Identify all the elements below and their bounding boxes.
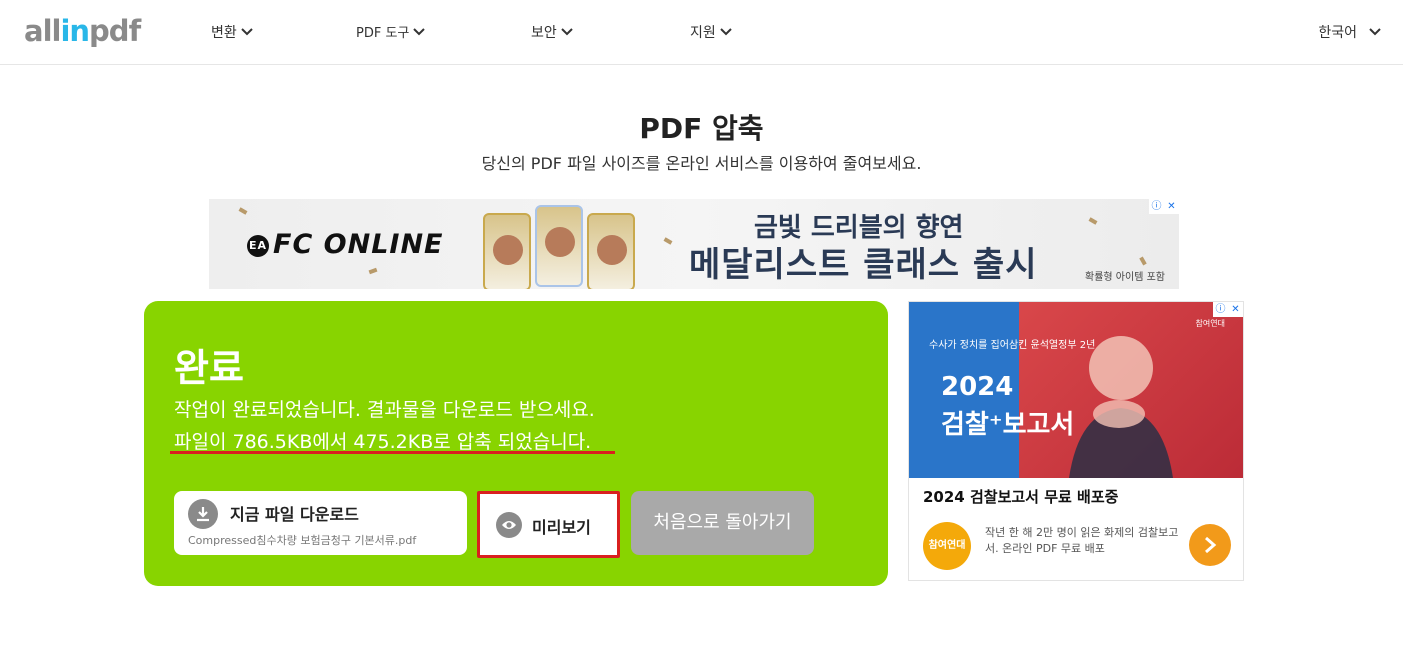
nav-support[interactable]: 지원 (690, 22, 732, 42)
download-label: 지금 파일 다운로드 (230, 505, 359, 524)
chevron-down-icon (413, 27, 426, 35)
eye-icon (496, 512, 522, 538)
allinpdf-logo[interactable]: allinpdf (24, 14, 141, 48)
nav-support-label: 지원 (690, 25, 716, 41)
language-label: 한국어 (1318, 25, 1357, 41)
language-selector[interactable]: 한국어 (1318, 22, 1381, 42)
nav-pdf-tools[interactable]: PDF 도구 (356, 22, 426, 41)
side-ad-small-text: 수사가 정치를 집어삼킨 윤석열정부 2년 (929, 340, 1096, 351)
side-ad-headline: 2024 검찰보고서 무료 배포중 (923, 488, 1119, 506)
complete-message: 작업이 완료되었습니다. 결과물을 다운로드 받으세요. (174, 399, 595, 421)
nav-convert-label: 변환 (211, 25, 237, 41)
side-ad-publisher: 참여연대 (1195, 319, 1225, 328)
ad-line2: 메달리스트 클래스 출시 (689, 245, 1038, 285)
preview-button[interactable]: 미리보기 (477, 491, 620, 558)
side-ad-big1: 2024 (941, 372, 1014, 402)
side-ad-go-button[interactable] (1189, 524, 1231, 566)
page-subtitle: 당신의 PDF 파일 사이즈를 온라인 서비스를 이용하여 줄여보세요. (481, 154, 922, 173)
compression-message: 파일이 786.5KB에서 475.2KB로 압축 되었습니다. (174, 431, 592, 453)
highlight-underline (170, 451, 615, 454)
ad-close-icon[interactable]: ✕ (1228, 302, 1243, 317)
chevron-right-icon (1205, 536, 1217, 554)
preview-label: 미리보기 (532, 518, 591, 537)
player-cards-image (479, 205, 639, 289)
side-ad-big2: 검찰⁺보고서 (941, 410, 1075, 440)
nav-security[interactable]: 보안 (531, 22, 573, 42)
restart-button[interactable]: 처음으로 돌아가기 (631, 491, 814, 555)
side-ad-banner[interactable]: 수사가 정치를 집어삼킨 윤석열정부 2년 2024 검찰⁺보고서 참여연대 ⓘ… (908, 301, 1244, 581)
ad-choices[interactable]: ⓘ ✕ (1149, 199, 1179, 214)
nav-pdf-tools-label: PDF 도구 (356, 26, 410, 41)
ad-close-icon[interactable]: ✕ (1164, 199, 1179, 214)
chevron-down-icon (561, 28, 573, 36)
chevron-down-icon (1369, 28, 1381, 36)
ad-brand: EA FC ONLINE (247, 229, 444, 260)
side-ad-choices[interactable]: ⓘ ✕ (1213, 302, 1243, 317)
ad-info-icon[interactable]: ⓘ (1149, 199, 1164, 214)
status-heading: 완료 (174, 346, 244, 390)
download-button[interactable]: 지금 파일 다운로드 Compressed침수차량 보험금청구 기본서류.pdf (174, 491, 467, 555)
chevron-down-icon (241, 28, 253, 36)
download-filename: Compressed침수차량 보험금청구 기본서류.pdf (188, 534, 417, 547)
ad-note: 확률형 아이템 포함 (1085, 272, 1165, 283)
nav-security-label: 보안 (531, 25, 557, 41)
chevron-down-icon (720, 28, 732, 36)
side-ad-image: 수사가 정치를 집어삼킨 윤석열정부 2년 2024 검찰⁺보고서 참여연대 (909, 302, 1243, 478)
result-panel: 완료 작업이 완료되었습니다. 결과물을 다운로드 받으세요. 파일이 786.… (144, 301, 888, 586)
top-header: allinpdf 변환 PDF 도구 보안 지원 한국어 (0, 0, 1403, 65)
top-ad-banner[interactable]: EA FC ONLINE 금빛 드리블의 향연 메달리스트 클래스 출시 확률형 … (209, 199, 1179, 289)
download-icon (188, 499, 218, 529)
ad-info-icon[interactable]: ⓘ (1213, 302, 1228, 317)
side-ad-description: 작년 한 해 2만 명이 읽은 화제의 검찰보고서. 온라인 PDF 무료 배포 (985, 526, 1179, 555)
side-ad-logo: 참여연대 (923, 522, 971, 570)
ea-logo-icon: EA (247, 234, 269, 257)
page-title: PDF 압축 (639, 112, 764, 145)
nav-convert[interactable]: 변환 (211, 22, 253, 42)
